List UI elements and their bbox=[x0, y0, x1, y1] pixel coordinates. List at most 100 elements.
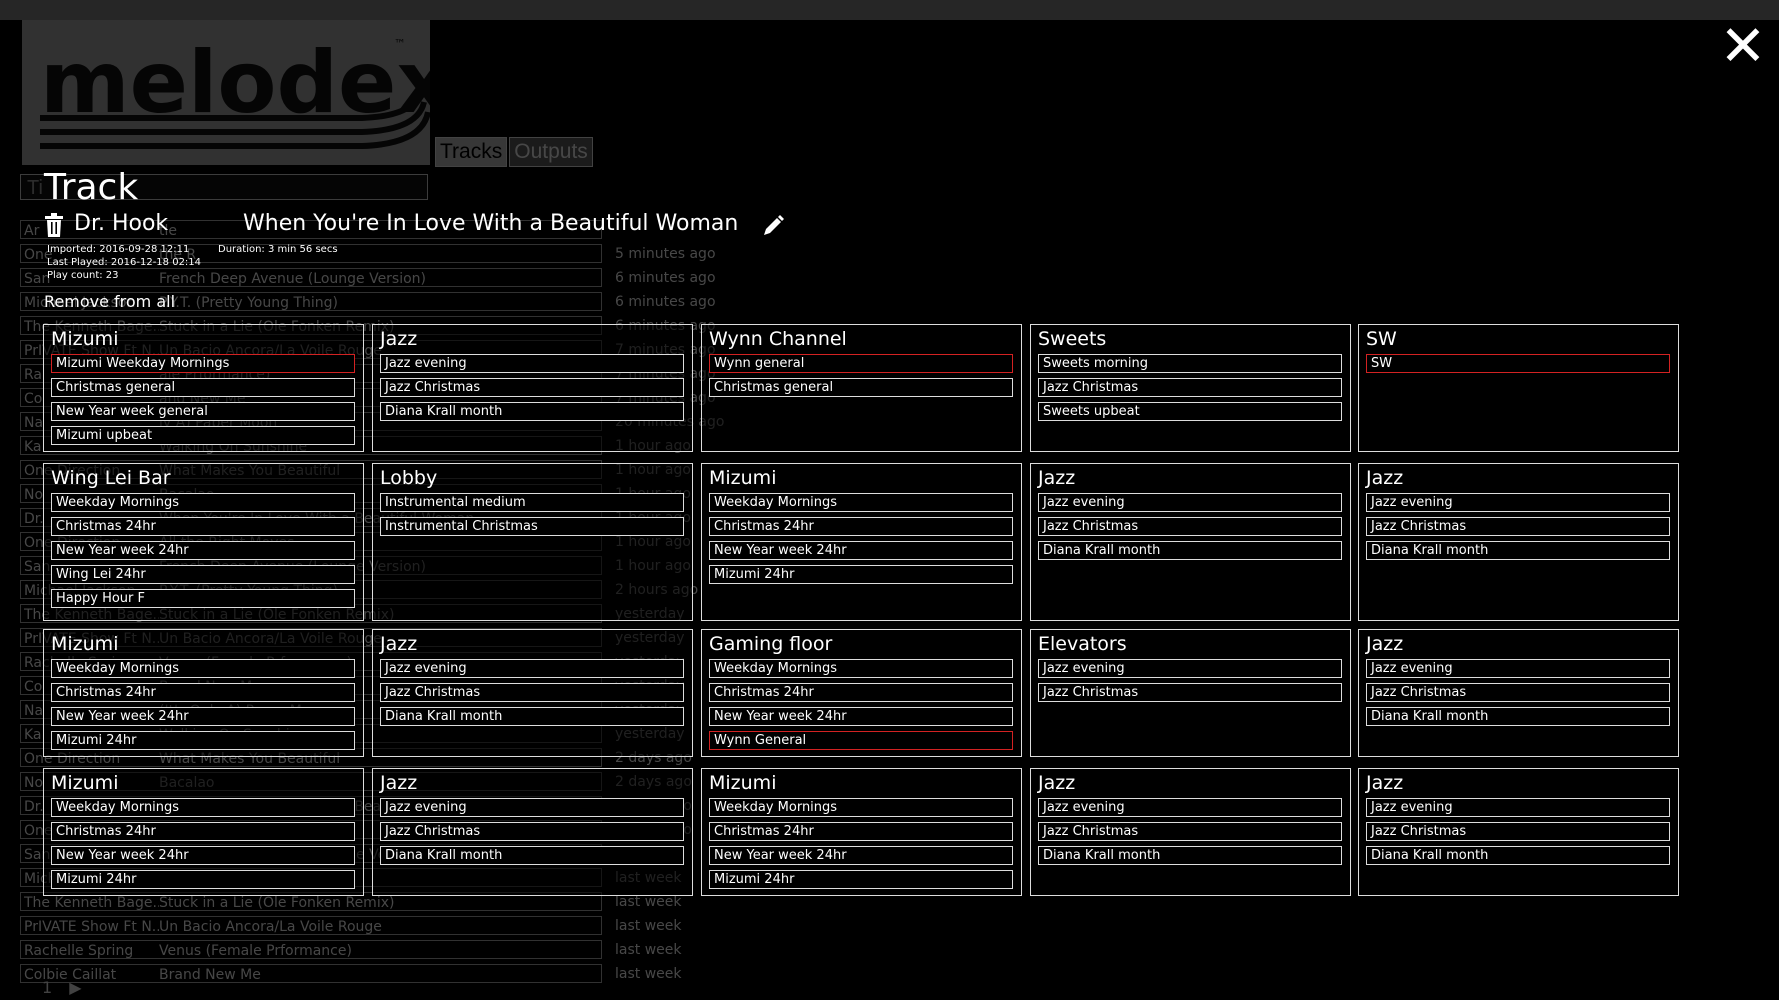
imported-date: Imported: 2016-09-28 12:11 bbox=[47, 244, 190, 255]
channel-card: Sweets Sweets morning Jazz Christmas Sweets… bbox=[1030, 324, 1351, 452]
track-row[interactable]: Rachelle Spring Venus (Female Prformance)… bbox=[20, 940, 1020, 960]
playlist-item[interactable]: New Year week 24hr bbox=[51, 707, 355, 726]
playlist-item[interactable]: Mizumi 24hr bbox=[51, 731, 355, 750]
playlist-item[interactable]: New Year week 24hr bbox=[709, 541, 1013, 560]
playlist-item[interactable]: Mizumi 24hr bbox=[51, 870, 355, 889]
playlist-item[interactable]: Mizumi Weekday Mornings bbox=[51, 354, 355, 373]
playlist-item[interactable]: Diana Krall month bbox=[1366, 846, 1670, 865]
track-row[interactable]: PrIVATE Show Ft N...Un Bacio Ancora/La V… bbox=[20, 916, 1020, 936]
playlist-item[interactable]: Wing Lei 24hr bbox=[51, 565, 355, 584]
playlist-item[interactable]: Diana Krall month bbox=[1366, 541, 1670, 560]
playlist-item[interactable]: Christmas general bbox=[51, 378, 355, 397]
track-row-cell: Colbie Caillat Brand New Me bbox=[20, 964, 602, 983]
remove-from-all-button[interactable]: Remove from all bbox=[44, 292, 175, 312]
playlist-item[interactable]: Wynn General bbox=[709, 731, 1013, 750]
playlist-item[interactable]: Jazz Christmas bbox=[1366, 822, 1670, 841]
playlist-item[interactable]: Christmas 24hr bbox=[51, 822, 355, 841]
playlist-item[interactable]: Christmas 24hr bbox=[709, 683, 1013, 702]
playlist-item[interactable]: Mizumi 24hr bbox=[709, 565, 1013, 584]
channel-name: Mizumi bbox=[51, 633, 119, 655]
track-row[interactable]: San French Deep Avenue (Lounge Version) 6 … bbox=[20, 268, 1020, 288]
playlist-item[interactable]: Christmas 24hr bbox=[709, 517, 1013, 536]
playlist-item[interactable]: Jazz evening bbox=[1366, 798, 1670, 817]
playlist-item[interactable]: SW bbox=[1366, 354, 1670, 373]
playlist-item[interactable]: Jazz Christmas bbox=[1038, 378, 1342, 397]
channel-card: Mizumi Weekday Mornings Christmas 24hr New … bbox=[43, 629, 364, 757]
playlist-item[interactable]: Jazz Christmas bbox=[1038, 822, 1342, 841]
playlist-item[interactable]: Diana Krall month bbox=[380, 846, 684, 865]
playlist-item[interactable]: Instrumental medium bbox=[380, 493, 684, 512]
playlist-item[interactable]: Sweets upbeat bbox=[1038, 402, 1342, 421]
row-title: Brand New Me bbox=[159, 967, 261, 983]
playlist-item[interactable]: Diana Krall month bbox=[380, 402, 684, 421]
pencil-icon[interactable] bbox=[761, 214, 785, 238]
tab-outputs[interactable]: Outputs bbox=[509, 137, 593, 167]
playlist-item[interactable]: Diana Krall month bbox=[1366, 707, 1670, 726]
channel-card: Wynn Channel Wynn general Christmas genera… bbox=[701, 324, 1022, 452]
channel-card: Jazz Jazz evening Jazz Christmas Diana Kral… bbox=[1030, 768, 1351, 896]
playlist-item[interactable]: Jazz evening bbox=[1366, 659, 1670, 678]
last-played: Last Played: 2016-12-18 02:14 bbox=[47, 257, 202, 268]
close-icon[interactable]: ✕ bbox=[1718, 19, 1768, 75]
playlist-item[interactable]: Jazz evening bbox=[1366, 493, 1670, 512]
playlist-item[interactable]: Christmas general bbox=[709, 378, 1013, 397]
playlist-item[interactable]: New Year week 24hr bbox=[51, 846, 355, 865]
playlist-item[interactable]: Jazz evening bbox=[380, 798, 684, 817]
track-row[interactable]: Colbie Caillat Brand New Me last week bbox=[20, 964, 1020, 984]
playlist-item[interactable]: Weekday Mornings bbox=[709, 493, 1013, 512]
playlist-item[interactable]: Weekday Mornings bbox=[51, 798, 355, 817]
playlist-item[interactable]: Weekday Mornings bbox=[51, 493, 355, 512]
playlist-item[interactable]: Diana Krall month bbox=[380, 707, 684, 726]
channel-card: Elevators Jazz evening Jazz Christmas bbox=[1030, 629, 1351, 757]
playlist-item[interactable]: Mizumi 24hr bbox=[709, 870, 1013, 889]
playlist-item[interactable]: Jazz evening bbox=[380, 354, 684, 373]
playlist-item[interactable]: Jazz evening bbox=[1038, 659, 1342, 678]
playlist-item[interactable]: New Year week general bbox=[51, 402, 355, 421]
playlist-item[interactable]: Jazz Christmas bbox=[380, 378, 684, 397]
channel-name: Elevators bbox=[1038, 633, 1127, 655]
playlist-item[interactable]: Christmas 24hr bbox=[709, 822, 1013, 841]
playlist-item[interactable]: Mizumi upbeat bbox=[51, 426, 355, 445]
playlist-item[interactable]: Christmas 24hr bbox=[51, 517, 355, 536]
channel-card: Mizumi Weekday Mornings Christmas 24hr New … bbox=[43, 768, 364, 896]
playlist-item[interactable]: Jazz Christmas bbox=[380, 822, 684, 841]
playlist-item[interactable]: Jazz Christmas bbox=[1366, 683, 1670, 702]
tab-tracks[interactable]: Tracks bbox=[435, 137, 508, 167]
playlist-item[interactable]: Jazz Christmas bbox=[1366, 517, 1670, 536]
playlist-item[interactable]: Christmas 24hr bbox=[51, 683, 355, 702]
channel-card: Jazz Jazz evening Jazz Christmas Diana Kral… bbox=[1358, 768, 1679, 896]
playlist-item[interactable]: Diana Krall month bbox=[1038, 846, 1342, 865]
playlist-item[interactable]: Weekday Mornings bbox=[51, 659, 355, 678]
playlist-item[interactable]: Diana Krall month bbox=[1038, 541, 1342, 560]
page-title: Track bbox=[44, 167, 139, 208]
trademark-mark: ™ bbox=[394, 37, 406, 51]
playlist-item[interactable]: New Year week 24hr bbox=[709, 707, 1013, 726]
playlist-item[interactable]: Jazz Christmas bbox=[1038, 683, 1342, 702]
playlist-item[interactable]: Jazz evening bbox=[380, 659, 684, 678]
playlist-item[interactable]: Jazz Christmas bbox=[380, 683, 684, 702]
playlist-item[interactable]: Jazz evening bbox=[1038, 493, 1342, 512]
playlist-item[interactable]: Jazz Christmas bbox=[1038, 517, 1342, 536]
track-artist: Dr. Hook bbox=[74, 211, 169, 236]
trash-icon[interactable] bbox=[44, 213, 64, 237]
pager: 1 ▶ bbox=[42, 978, 82, 997]
next-page-icon[interactable]: ▶ bbox=[69, 978, 81, 997]
playlist-item[interactable]: Wynn general bbox=[709, 354, 1013, 373]
page-number[interactable]: 1 bbox=[42, 978, 52, 997]
playlist-item[interactable]: New Year week 24hr bbox=[709, 846, 1013, 865]
playlist-item[interactable]: Weekday Mornings bbox=[709, 798, 1013, 817]
channel-name: Gaming floor bbox=[709, 633, 833, 655]
playlist-item[interactable]: Weekday Mornings bbox=[709, 659, 1013, 678]
playlist-item[interactable]: New Year week 24hr bbox=[51, 541, 355, 560]
channel-name: Sweets bbox=[1038, 328, 1107, 350]
channel-name: Mizumi bbox=[51, 772, 119, 794]
track-row-cell: PrIVATE Show Ft N...Un Bacio Ancora/La V… bbox=[20, 916, 602, 935]
playlist-item[interactable]: Happy Hour F bbox=[51, 589, 355, 608]
channel-card: Wing Lei Bar Weekday Mornings Christmas 24… bbox=[43, 463, 364, 621]
track-title: When You're In Love With a Beautiful Wom… bbox=[243, 211, 739, 236]
playlist-item[interactable]: Sweets morning bbox=[1038, 354, 1342, 373]
playlist-item[interactable]: Instrumental Christmas bbox=[380, 517, 684, 536]
playlist-item[interactable]: Jazz evening bbox=[1038, 798, 1342, 817]
melodex-logo: melodex ™ bbox=[22, 20, 430, 165]
row-artist: PrIVATE Show Ft N... bbox=[24, 919, 159, 935]
